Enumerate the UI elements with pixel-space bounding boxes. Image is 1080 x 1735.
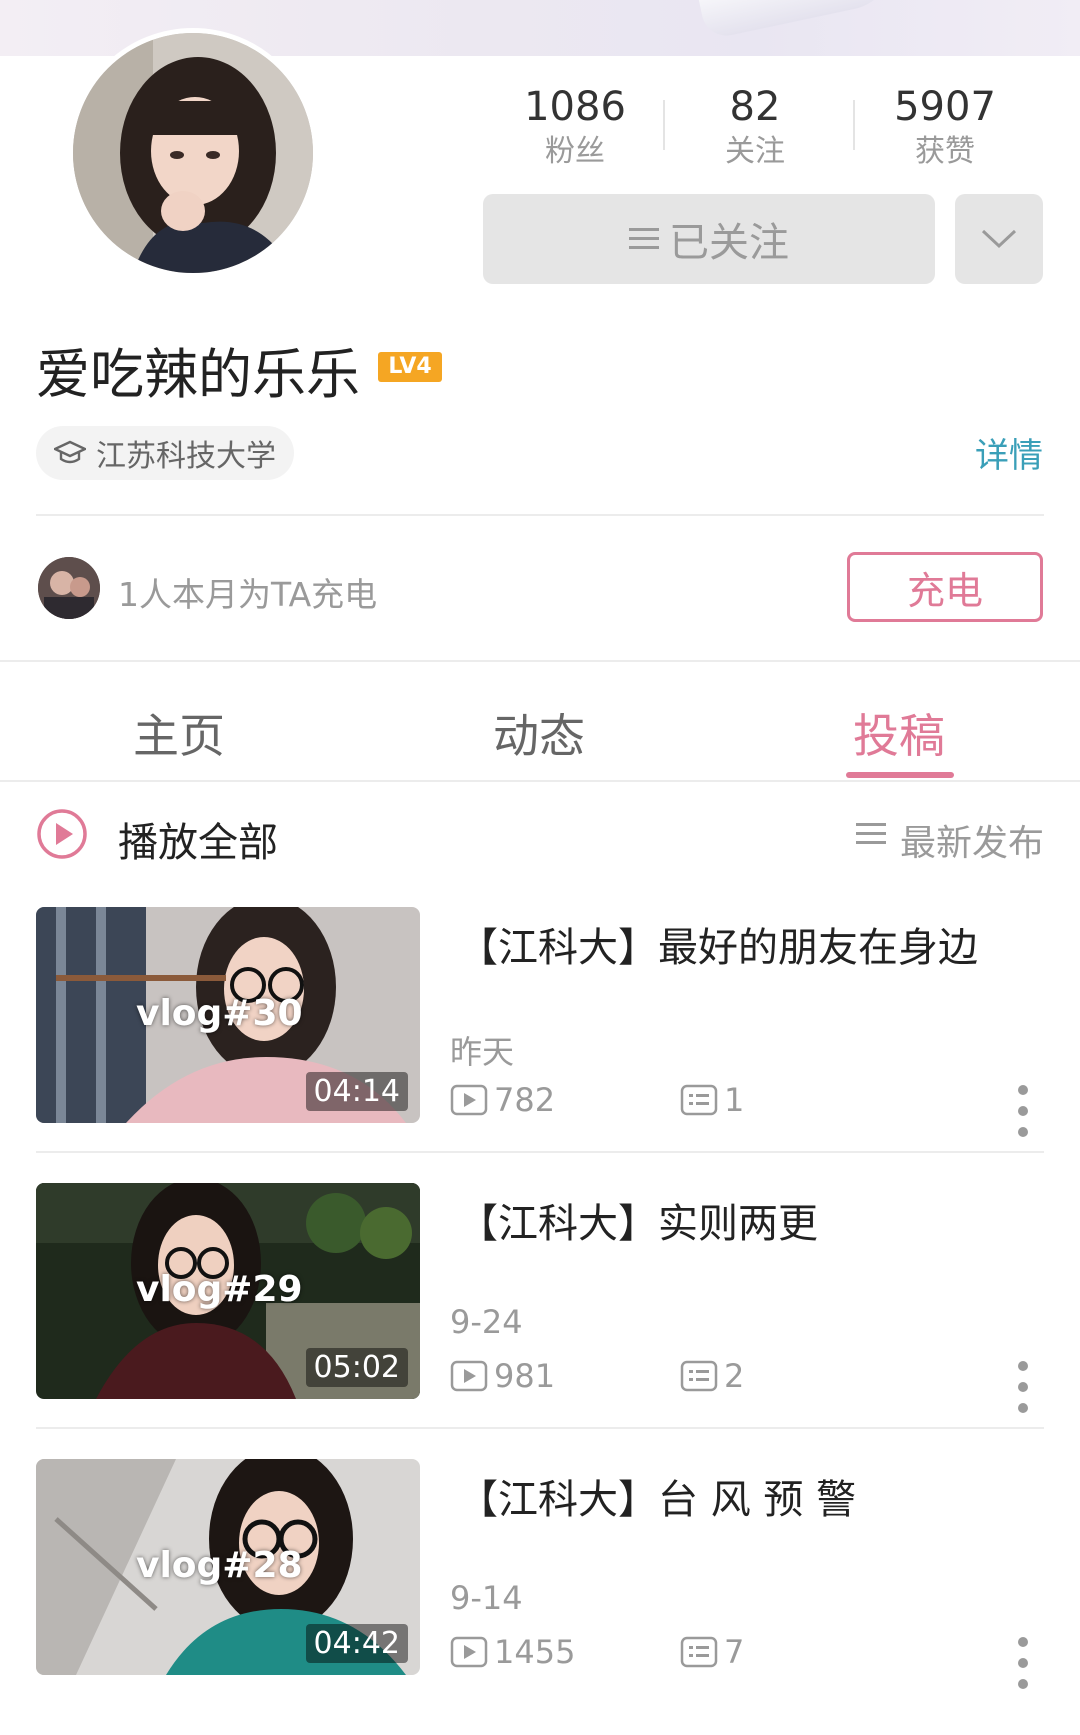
comment-box-icon — [680, 1360, 718, 1392]
comment-box-icon — [680, 1084, 718, 1116]
play-count-value: 782 — [494, 1081, 556, 1119]
following-label: 关注 — [725, 134, 785, 169]
video-thumbnail[interactable]: vlog#29 05:02 — [36, 1183, 420, 1399]
play-box-icon — [450, 1636, 488, 1668]
charge-info-text: 1人本月为TA充电 — [118, 575, 378, 614]
followers-count: 1086 — [524, 84, 626, 130]
divider — [36, 514, 1044, 516]
more-vertical-icon[interactable] — [1016, 1083, 1030, 1139]
video-item[interactable]: vlog#29 05:02 【江科大】实则两更 9-24 981 2 — [0, 1183, 1080, 1459]
followed-label: 已关注 — [669, 220, 789, 266]
play-box-icon — [450, 1084, 488, 1116]
play-circle-icon[interactable] — [36, 808, 88, 860]
video-thumbnail[interactable]: vlog#30 04:14 — [36, 907, 420, 1123]
video-title[interactable]: 【江科大】台 风 预 警 — [458, 1467, 856, 1525]
video-title[interactable]: 【江科大】实则两更 — [458, 1191, 818, 1249]
video-item[interactable]: vlog#30 04:14 【江科大】最好的朋友在身边 昨天 782 1 — [0, 907, 1080, 1183]
video-thumbnail[interactable]: vlog#28 04:42 — [36, 1459, 420, 1675]
video-comment-count: 1 — [680, 1081, 744, 1119]
tab-home[interactable]: 主页 — [133, 700, 225, 766]
stats-group: 1086 粉丝 82 关注 5907 获赞 — [485, 82, 1045, 172]
video-date: 昨天 — [450, 1033, 515, 1071]
play-count-value: 1455 — [494, 1633, 576, 1671]
video-comment-count: 7 — [680, 1633, 744, 1671]
school-label: 江苏科技大学 — [96, 439, 276, 474]
vlog-tag: vlog#28 — [136, 1545, 303, 1586]
play-all-button[interactable]: 播放全部 — [118, 810, 278, 868]
charge-button[interactable]: 充电 — [847, 552, 1043, 622]
play-box-icon — [450, 1360, 488, 1392]
school-tag[interactable]: 江苏科技大学 — [36, 426, 294, 480]
stat-likes: 5907 获赞 — [855, 82, 1035, 172]
user-avatar[interactable] — [68, 28, 318, 278]
following-count: 82 — [729, 84, 781, 130]
divider — [0, 780, 1080, 782]
followers-label: 粉丝 — [545, 134, 605, 169]
comment-box-icon — [680, 1636, 718, 1668]
divider — [36, 1151, 1044, 1153]
detail-link[interactable]: 详情 — [975, 428, 1043, 477]
video-duration: 05:02 — [305, 1348, 408, 1387]
sort-selector[interactable]: 最新发布 — [900, 814, 1044, 866]
video-comment-count: 2 — [680, 1357, 744, 1395]
likes-count: 5907 — [894, 84, 996, 130]
video-title[interactable]: 【江科大】最好的朋友在身边 — [458, 915, 978, 973]
chevron-down-icon — [981, 229, 1017, 249]
video-duration: 04:42 — [305, 1624, 408, 1663]
vlog-tag: vlog#29 — [136, 1269, 303, 1310]
graduation-cap-icon — [54, 440, 86, 464]
more-vertical-icon[interactable] — [1016, 1635, 1030, 1691]
divider — [36, 1427, 1044, 1429]
menu-lines-icon — [629, 228, 659, 249]
play-count-value: 981 — [494, 1357, 556, 1395]
comment-count-value: 7 — [724, 1633, 745, 1671]
stat-followers[interactable]: 1086 粉丝 — [485, 82, 665, 172]
video-date: 9-14 — [450, 1579, 523, 1617]
video-duration: 04:14 — [305, 1072, 408, 1111]
followed-button[interactable]: 已关注 — [483, 194, 935, 284]
charger-avatar[interactable] — [38, 557, 100, 619]
comment-count-value: 1 — [724, 1081, 745, 1119]
likes-label: 获赞 — [915, 134, 975, 169]
more-actions-button[interactable] — [955, 194, 1043, 284]
tab-submissions[interactable]: 投稿 — [853, 700, 945, 766]
sort-lines-icon[interactable] — [856, 822, 886, 846]
comment-count-value: 2 — [724, 1357, 745, 1395]
video-play-count: 981 — [450, 1357, 555, 1395]
more-vertical-icon[interactable] — [1016, 1359, 1030, 1415]
video-date: 9-24 — [450, 1303, 523, 1341]
user-nickname: 爱吃辣的乐乐 — [36, 343, 360, 406]
active-tab-indicator — [846, 772, 954, 778]
stat-following[interactable]: 82 关注 — [665, 82, 845, 172]
profile-tabs: 主页 动态 投稿 — [0, 662, 1080, 780]
tab-dynamics[interactable]: 动态 — [493, 700, 585, 766]
level-badge: LV4 — [378, 352, 442, 382]
video-play-count: 782 — [450, 1081, 555, 1119]
vlog-tag: vlog#30 — [136, 993, 303, 1034]
video-play-count: 1455 — [450, 1633, 575, 1671]
